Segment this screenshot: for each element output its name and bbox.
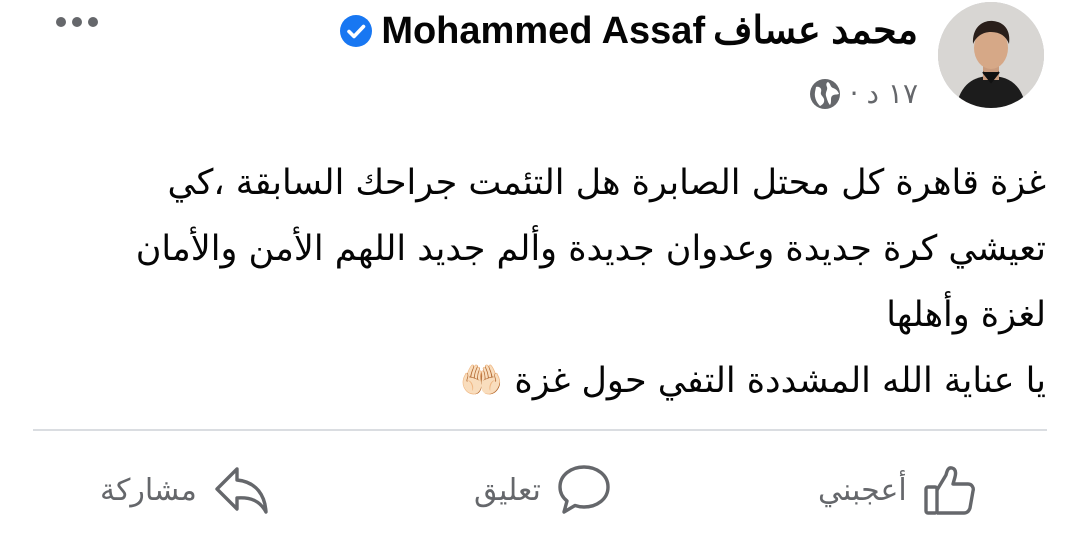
- post-text-line: تعيشي كرة جديدة وعدوان جديدة وألم جديد ا…: [135, 229, 1046, 269]
- post-body: غزة قاهرة كل محتل الصابرة هل التئمت جراح…: [46, 150, 1046, 414]
- more-dot: [88, 17, 98, 27]
- post-text-line: يا عناية الله المشددة التفي حول غزة 🤲🏻: [459, 361, 1046, 401]
- separator-dot: ·: [849, 77, 859, 110]
- author-name-arabic[interactable]: محمد عساف: [713, 8, 918, 54]
- author-avatar[interactable]: [938, 2, 1044, 108]
- like-button[interactable]: أعجبني: [818, 452, 979, 528]
- comment-label: تعليق: [474, 472, 541, 508]
- share-arrow-icon: [211, 461, 271, 519]
- more-dot: [56, 17, 66, 27]
- post-text-line: لغزة وأهلها: [886, 295, 1046, 335]
- thumbs-up-icon: [921, 461, 979, 519]
- comment-bubble-icon: [555, 461, 613, 519]
- author-header: Mohammed Assaf محمد عساف: [339, 8, 918, 54]
- like-label: أعجبني: [818, 472, 907, 508]
- author-name-latin[interactable]: Mohammed Assaf: [381, 8, 705, 54]
- post-meta: · ١٧ د: [808, 76, 918, 112]
- post-text-line: غزة قاهرة كل محتل الصابرة هل التئمت جراح…: [167, 163, 1046, 203]
- comment-button[interactable]: تعليق: [474, 452, 613, 528]
- share-button[interactable]: مشاركة: [100, 452, 271, 528]
- more-dot: [72, 17, 82, 27]
- share-label: مشاركة: [100, 472, 197, 508]
- post-timestamp[interactable]: ١٧ د: [867, 76, 918, 112]
- actions-divider: [33, 429, 1047, 431]
- verified-badge-icon: [339, 14, 373, 48]
- globe-icon[interactable]: [808, 77, 842, 111]
- more-options-button[interactable]: [52, 10, 102, 34]
